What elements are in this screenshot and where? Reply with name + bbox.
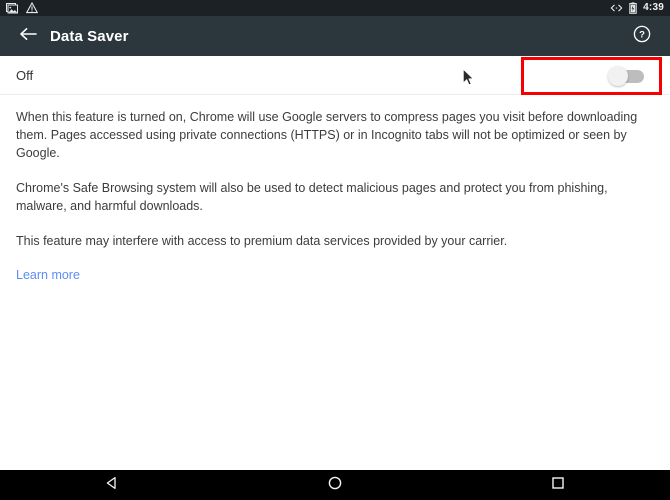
usb-connection-icon <box>610 3 623 13</box>
page-title: Data Saver <box>50 27 129 45</box>
description-paragraph-1: When this feature is turned on, Chrome w… <box>16 110 638 160</box>
svg-text:?: ? <box>639 29 645 40</box>
screenshot-icon <box>6 2 18 14</box>
status-bar-right-icons: 4:39 <box>610 0 664 16</box>
warning-triangle-icon <box>26 2 38 14</box>
data-saver-toggle[interactable] <box>600 66 648 86</box>
data-saver-toggle-row[interactable]: Off <box>0 56 670 95</box>
toggle-knob <box>608 66 628 86</box>
toggle-state-label: Off <box>16 67 34 83</box>
back-button[interactable] <box>8 16 48 56</box>
square-icon <box>550 475 566 496</box>
description-paragraph-2: Chrome's Safe Browsing system will also … <box>16 181 608 213</box>
status-bar-left-icons <box>6 2 38 14</box>
description-content: When this feature is turned on, Chrome w… <box>0 96 670 284</box>
status-bar: 4:39 <box>0 0 670 16</box>
nav-back-button[interactable] <box>82 470 142 500</box>
help-circle-icon: ? <box>633 25 651 48</box>
app-bar: Data Saver ? <box>0 16 670 56</box>
learn-more-link[interactable]: Learn more <box>16 266 80 284</box>
status-bar-clock: 4:39 <box>643 2 664 13</box>
battery-icon <box>629 2 637 14</box>
help-button[interactable]: ? <box>622 16 662 56</box>
back-arrow-icon <box>18 24 38 49</box>
circle-icon <box>327 475 343 496</box>
nav-home-button[interactable] <box>305 470 365 500</box>
triangle-left-icon <box>104 475 120 496</box>
android-navigation-bar <box>0 470 670 500</box>
description-paragraph-3: This feature may interfere with access t… <box>16 234 508 248</box>
nav-recents-button[interactable] <box>528 470 588 500</box>
